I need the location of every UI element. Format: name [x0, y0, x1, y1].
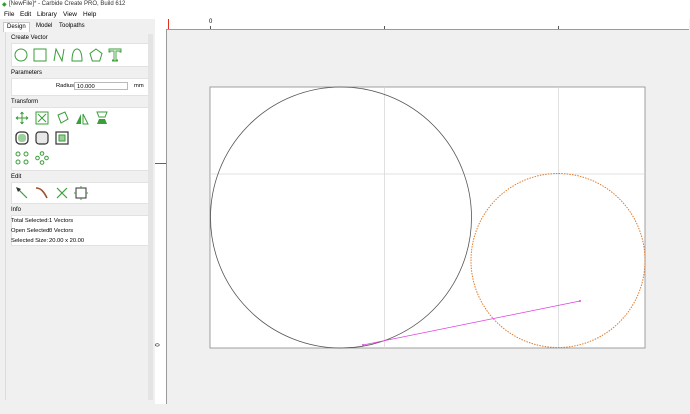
cut-icon[interactable]	[55, 186, 69, 200]
selected-size-value: 20.00 x 20.00	[49, 238, 85, 244]
flip-icon[interactable]	[95, 111, 109, 125]
line-start-point	[362, 344, 364, 346]
tab-design[interactable]: Design	[3, 22, 30, 32]
design-canvas[interactable]	[167, 30, 690, 405]
total-selected-label: Total Selected:	[11, 218, 50, 224]
radius-input[interactable]: 10.000	[74, 82, 128, 90]
transform-group	[11, 107, 153, 171]
left-ruler: 0	[155, 29, 167, 404]
polyline-icon[interactable]	[52, 48, 66, 62]
tab-model[interactable]: Model	[33, 22, 55, 31]
circle-icon[interactable]	[14, 48, 28, 62]
info-title: Info	[11, 207, 22, 213]
rotate-icon[interactable]	[55, 111, 69, 125]
left-ruler-marker	[155, 163, 166, 164]
text-icon[interactable]	[108, 48, 122, 62]
edit-group	[11, 182, 153, 204]
smooth-icon[interactable]	[35, 186, 49, 200]
bounding-box-icon[interactable]	[74, 186, 88, 200]
open-selected-label: Open Selected:	[11, 228, 51, 234]
title-bar: ◆ [NewFile]* - Carbide Create PRO, Build…	[0, 0, 690, 10]
menu-view[interactable]: View	[63, 11, 77, 18]
line-end-point	[579, 300, 581, 302]
fillet-icon[interactable]	[35, 131, 49, 145]
top-ruler: 0	[155, 19, 689, 30]
menu-library[interactable]: Library	[37, 11, 57, 18]
radius-unit: mm	[134, 83, 144, 89]
mirror-icon[interactable]	[75, 111, 89, 125]
parameters-title: Parameters	[11, 70, 43, 76]
menu-file[interactable]: File	[4, 11, 14, 18]
polygon-icon[interactable]	[89, 48, 103, 62]
window-title: [NewFile]* - Carbide Create PRO, Build 6…	[9, 1, 126, 7]
panel-scrollbar[interactable]	[148, 34, 153, 400]
stock-material	[209, 86, 646, 349]
circular-array-icon[interactable]	[35, 151, 49, 165]
menu-help[interactable]: Help	[83, 11, 96, 18]
mode-tabs: Design Model Toolpaths	[0, 22, 154, 32]
total-selected-value: 1 Vectors	[49, 218, 74, 224]
boolean-icon[interactable]	[55, 131, 69, 145]
left-ruler-zero: 0	[155, 343, 162, 347]
rectangle-icon[interactable]	[33, 48, 47, 62]
radius-label: Radius	[56, 83, 75, 89]
top-ruler-zero: 0	[209, 19, 213, 25]
app-icon: ◆	[2, 2, 7, 8]
offset-icon[interactable]	[15, 131, 29, 145]
curve-icon[interactable]	[70, 48, 84, 62]
menu-bar: File Edit Library View Help	[0, 10, 690, 19]
tab-toolpaths[interactable]: Toolpaths	[56, 22, 88, 31]
transform-title: Transform	[11, 99, 39, 105]
edit-title: Edit	[11, 174, 22, 180]
open-selected-value: 0 Vectors	[49, 228, 74, 234]
top-ruler-marker	[168, 19, 169, 29]
create-vector-group	[11, 43, 153, 67]
menu-edit[interactable]: Edit	[20, 11, 31, 18]
node-edit-icon[interactable]	[15, 186, 29, 200]
create-vector-title: Create Vector	[11, 35, 48, 41]
scale-icon[interactable]	[35, 111, 49, 125]
selected-size-label: Selected Size:	[11, 238, 49, 244]
move-icon[interactable]	[15, 111, 29, 125]
array-icon[interactable]	[15, 151, 29, 165]
